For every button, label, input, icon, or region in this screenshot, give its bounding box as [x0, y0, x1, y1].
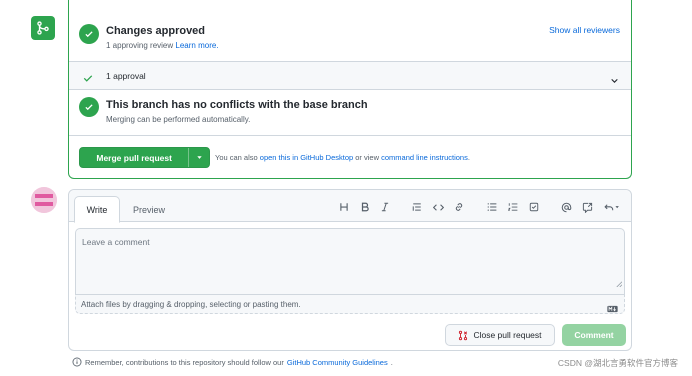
close-pull-request-label: Close pull request: [473, 330, 542, 340]
attach-files-bar[interactable]: Attach files by dragging & dropping, sel…: [75, 294, 625, 314]
show-all-reviewers-link[interactable]: Show all reviewers: [549, 25, 620, 35]
chevron-down-icon[interactable]: [610, 72, 619, 90]
heading-icon[interactable]: [337, 200, 351, 214]
command-line-instructions-link[interactable]: command line instructions: [381, 153, 468, 162]
no-conflicts-subtitle: Merging can be performed automatically.: [106, 115, 251, 124]
merge-box: Changes approved 1 approving review Lear…: [68, 0, 632, 179]
git-merge-icon: [31, 16, 55, 40]
italic-icon[interactable]: [378, 200, 392, 214]
merge-pull-request-button[interactable]: Merge pull request: [79, 147, 210, 168]
check-icon: [83, 70, 93, 88]
quote-icon[interactable]: [410, 200, 424, 214]
watermark: CSDN @湖北言勇软件官方博客: [557, 358, 678, 368]
comment-button[interactable]: Comment: [562, 324, 626, 346]
reference-icon[interactable]: [580, 200, 594, 214]
comment-textarea[interactable]: Leave a comment: [75, 228, 625, 294]
check-circle-icon: [79, 24, 99, 44]
code-icon[interactable]: [431, 200, 445, 214]
no-conflicts-title: This branch has no conflicts with the ba…: [106, 99, 368, 111]
tab-write[interactable]: Write: [74, 196, 120, 223]
numbered-list-icon[interactable]: [506, 200, 520, 214]
saved-replies-icon[interactable]: [602, 200, 622, 214]
community-guidelines-link[interactable]: GitHub Community Guidelines: [287, 358, 388, 367]
bulleted-list-icon[interactable]: [485, 200, 499, 214]
tab-preview[interactable]: Preview: [133, 205, 165, 215]
approval-summary-row[interactable]: 1 approval: [69, 61, 631, 89]
contribution-footer: Remember, contributions to this reposito…: [72, 357, 393, 367]
avatar[interactable]: [31, 187, 57, 213]
no-conflicts-row: This branch has no conflicts with the ba…: [69, 89, 631, 135]
changes-approved-title: Changes approved: [106, 25, 206, 37]
approval-summary: 1 approval: [106, 71, 146, 81]
comment-placeholder: Leave a comment: [82, 237, 150, 247]
comment-toolbar: Write Preview: [69, 190, 631, 223]
check-circle-icon: [79, 97, 99, 117]
task-list-icon[interactable]: [527, 200, 541, 214]
open-github-desktop-link[interactable]: open this in GitHub Desktop: [260, 153, 353, 162]
approved-subtitle: 1 approving review Learn more.: [106, 41, 219, 50]
attach-files-text: Attach files by dragging & dropping, sel…: [81, 300, 301, 309]
pull-request-closed-icon: [459, 330, 468, 340]
merge-alternatives-text: You can also open this in GitHub Desktop…: [215, 153, 470, 162]
close-pull-request-button[interactable]: Close pull request: [445, 324, 555, 346]
comment-box: Write Preview Leave a comment Attach fil…: [68, 189, 632, 351]
merge-action-row: Merge pull request You can also open thi…: [69, 135, 631, 179]
learn-more-link[interactable]: Learn more.: [175, 41, 218, 50]
bold-icon[interactable]: [358, 200, 372, 214]
merge-button-label[interactable]: Merge pull request: [80, 148, 188, 167]
link-icon[interactable]: [452, 200, 466, 214]
caret-down-icon: [196, 156, 202, 159]
mention-icon[interactable]: [559, 200, 573, 214]
markdown-icon[interactable]: [607, 300, 618, 318]
resize-handle-icon[interactable]: [616, 274, 623, 292]
info-icon: [72, 357, 82, 367]
merge-method-dropdown[interactable]: [188, 148, 209, 167]
